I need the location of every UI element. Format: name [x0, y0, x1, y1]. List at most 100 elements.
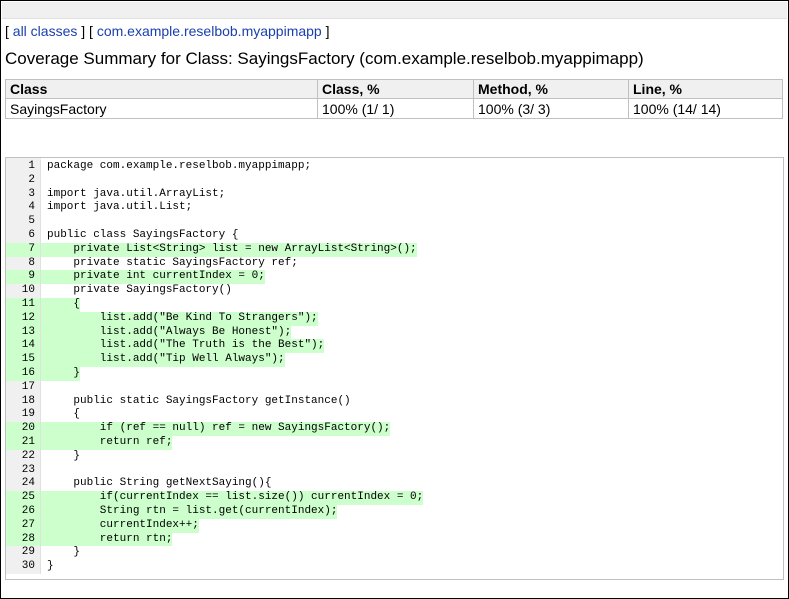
line-number: 7: [6, 242, 41, 257]
line-number: 18: [6, 394, 41, 409]
line-source: }: [47, 449, 81, 462]
line-number: 28: [6, 532, 41, 547]
header-class-pct: Class, %: [317, 79, 474, 99]
code-line: 14 list.add("The Truth is the Best");: [6, 339, 783, 354]
line-source: public class SayingsFactory {: [47, 228, 239, 241]
line-source: list.add("Be Kind To Strangers");: [41, 311, 318, 326]
line-number: 15: [6, 353, 41, 367]
line-source: import java.util.ArrayList;: [47, 187, 226, 200]
line-source: [41, 215, 47, 229]
line-number: 25: [6, 491, 41, 505]
cell-class-pct: 100% (1/ 1): [317, 98, 474, 119]
code-line: 13 list.add("Always Be Honest");: [6, 325, 783, 340]
line-number: 9: [6, 270, 41, 285]
code-line: 10 private SayingsFactory(): [6, 284, 783, 298]
line-source: }: [41, 366, 81, 381]
line-number: 14: [6, 339, 41, 354]
line-number: 23: [6, 463, 41, 478]
code-line: 9 private int currentIndex = 0;: [6, 270, 783, 285]
line-source: import java.util.List;: [47, 201, 193, 214]
line-number: 13: [6, 325, 41, 340]
line-source: currentIndex++;: [41, 518, 199, 533]
header-class: Class: [5, 79, 318, 99]
line-number: 30: [6, 560, 41, 574]
line-source: return rtn;: [41, 532, 173, 547]
code-line: 17: [6, 380, 783, 395]
package-link[interactable]: com.example.reselbob.myappimapp: [97, 23, 322, 39]
code-line: 8 private static SayingsFactory ref;: [6, 256, 783, 271]
line-source: [41, 381, 47, 395]
line-source: public static SayingsFactory getInstance…: [47, 394, 351, 407]
code-line: 5: [6, 215, 783, 229]
code-line: 15 list.add("Tip Well Always");: [6, 353, 783, 367]
breadcrumb-open: [: [5, 23, 13, 39]
line-source: list.add("Tip Well Always");: [41, 353, 285, 367]
code-line: 3 import java.util.ArrayList;: [6, 187, 783, 202]
breadcrumb: [ all classes ] [ com.example.reselbob.m…: [5, 22, 330, 40]
code-line: 20 if (ref == null) ref = new SayingsFac…: [6, 422, 783, 436]
header-method-pct: Method, %: [473, 79, 629, 99]
line-number: 20: [6, 422, 41, 436]
line-source: [41, 174, 47, 188]
line-source: private List<String> list = new ArrayLis…: [41, 242, 417, 257]
line-source: if (ref == null) ref = new SayingsFactor…: [41, 422, 391, 436]
summary-row: SayingsFactory 100% (1/ 1) 100% (3/ 3) 1…: [5, 98, 783, 119]
line-number: 17: [6, 380, 41, 395]
line-source: }: [47, 560, 54, 573]
line-number: 2: [6, 173, 41, 188]
code-lines: 1 package com.example.reselbob.myappimapp…: [6, 160, 783, 574]
line-source: String rtn = list.get(currentIndex);: [41, 504, 338, 519]
all-classes-link[interactable]: all classes: [13, 23, 78, 39]
line-number: 1: [6, 160, 41, 174]
code-line: 18 public static SayingsFactory getInsta…: [6, 394, 783, 409]
line-number: 22: [6, 449, 41, 464]
cell-class-name: SayingsFactory: [5, 98, 318, 119]
line-number: 19: [6, 408, 41, 423]
code-line: 27 currentIndex++;: [6, 518, 783, 533]
line-number: 8: [6, 256, 41, 271]
line-source: [41, 464, 47, 478]
line-source: package com.example.reselbob.myappimapp;: [47, 160, 312, 172]
summary-header-row: Class Class, % Method, % Line, %: [5, 79, 783, 99]
line-number: 5: [6, 215, 41, 229]
code-line: 29 }: [6, 546, 783, 561]
code-line: 7 private List<String> list = new ArrayL…: [6, 242, 783, 257]
code-line: 26 String rtn = list.get(currentIndex);: [6, 504, 783, 519]
line-source: list.add("Always Be Honest");: [41, 325, 292, 340]
code-line: 28 return rtn;: [6, 532, 783, 547]
breadcrumb-close: ]: [321, 23, 330, 39]
code-line: 16 }: [6, 366, 783, 381]
line-number: 6: [6, 228, 41, 243]
header-line-pct: Line, %: [628, 79, 783, 99]
line-number: 26: [6, 504, 41, 519]
coverage-summary-table: Class Class, % Method, % Line, % Sayings…: [5, 79, 783, 119]
line-number: 12: [6, 311, 41, 326]
line-source: {: [47, 408, 81, 421]
code-line: 11 {: [6, 297, 783, 312]
breadcrumb-sep: ] [: [77, 23, 97, 39]
code-line: 21 return ref;: [6, 435, 783, 450]
line-number: 3: [6, 187, 41, 202]
page-title: Coverage Summary for Class: SayingsFacto…: [5, 49, 644, 68]
code-line: 4 import java.util.List;: [6, 201, 783, 216]
code-line: 24 public String getNextSaying(){: [6, 477, 783, 492]
line-source: public String getNextSaying(){: [47, 477, 272, 490]
line-source: {: [41, 297, 81, 312]
line-source: if(currentIndex == list.size()) currentI…: [41, 491, 424, 505]
code-line: 30}: [6, 560, 783, 574]
line-source: }: [47, 546, 81, 559]
line-number: 4: [6, 201, 41, 216]
source-code-view[interactable]: 1 package com.example.reselbob.myappimapp…: [5, 157, 784, 580]
line-source: private int currentIndex = 0;: [41, 270, 265, 285]
cell-line-pct: 100% (14/ 14): [628, 98, 783, 119]
line-source: list.add("The Truth is the Best");: [41, 339, 325, 354]
line-source: private static SayingsFactory ref;: [47, 256, 298, 269]
code-line: 1 package com.example.reselbob.myappimapp…: [6, 160, 783, 174]
line-number: 27: [6, 518, 41, 533]
line-number: 21: [6, 435, 41, 450]
code-line: 22 }: [6, 449, 783, 464]
code-line: 23: [6, 463, 783, 478]
code-line: 12 list.add("Be Kind To Strangers");: [6, 311, 783, 326]
code-line: 2: [6, 173, 783, 188]
line-number: 11: [6, 297, 41, 312]
